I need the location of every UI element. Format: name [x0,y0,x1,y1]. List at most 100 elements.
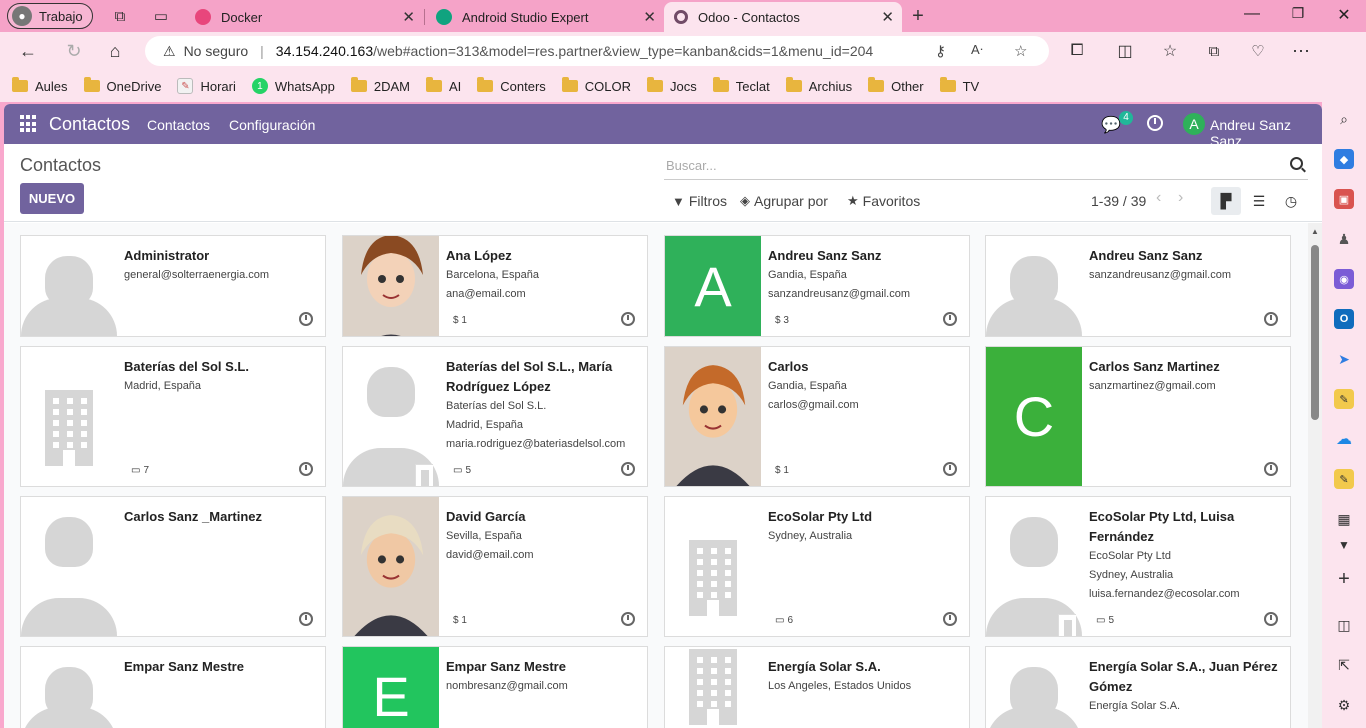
pager-previous-icon[interactable]: ‹ [1156,189,1161,207]
activity-clock-icon[interactable] [299,462,313,476]
read-aloud-icon[interactable]: Aᐧ [971,42,983,58]
contact-card[interactable]: E Empar Sanz Mestre nombresanz@gmail.com [342,646,648,728]
contact-card[interactable]: Baterías del Sol S.L., María Rodríguez L… [342,346,648,487]
scrollbar[interactable]: ▲ [1308,223,1322,728]
contact-card[interactable]: Energía Solar S.A., Juan Pérez Gómez Ener… [985,646,1291,728]
close-tab-icon[interactable]: ✕ [402,8,415,26]
activity-clock-icon[interactable] [299,612,313,626]
password-key-icon[interactable]: ⚷ [935,42,946,60]
close-tab-icon[interactable]: ✕ [881,8,894,26]
activities-clock-icon[interactable] [1147,115,1163,131]
filters-button[interactable]: ▼ Filtros [672,193,727,209]
contact-card[interactable]: EcoSolar Pty Ltd Sydney, Australia ▭ 6 [664,496,970,637]
sidebar-send-icon[interactable]: ➤ [1334,349,1354,369]
sidebar-settings-icon[interactable]: ⚙ [1334,695,1354,715]
search-icon[interactable] [1290,157,1303,170]
sidebar-add-icon[interactable]: + [1334,568,1354,590]
contact-card[interactable]: A Andreu Sanz Sanz Gandia, España sanzandre… [664,235,970,337]
scrollbar-thumb[interactable] [1311,245,1319,420]
collections-icon[interactable]: ⧉ [1203,40,1225,62]
profile-button[interactable]: ● Trabajo [7,3,93,29]
new-tab-icon[interactable]: + [908,5,928,27]
back-icon[interactable]: ← [17,40,39,62]
sidebar-notes-icon[interactable]: ✎ [1334,389,1354,409]
app-brand[interactable]: Contactos [49,114,130,135]
user-avatar[interactable]: A [1183,113,1205,135]
bookmark-item[interactable]: AI [425,77,461,94]
menu-configuracion[interactable]: Configuración [229,117,315,133]
activity-clock-icon[interactable] [621,462,635,476]
bookmark-item[interactable]: 1 WhatsApp [251,78,335,94]
contact-card[interactable]: EcoSolar Pty Ltd, Luisa Fernández EcoSola… [985,496,1291,637]
contact-card[interactable]: David García Sevilla, España david@email.c… [342,496,648,637]
settings-more-icon[interactable]: ⋯ [1290,40,1312,62]
sidebar-panel-icon[interactable]: ◫ [1334,615,1354,635]
contact-card[interactable]: C Carlos Sanz Martinez sanzmartinez@gmail.… [985,346,1291,487]
split-screen-icon[interactable]: ◫ [1114,40,1136,62]
activity-clock-icon[interactable] [1264,612,1278,626]
bookmark-item[interactable]: COLOR [561,77,631,94]
tab-android-studio[interactable]: Android Studio Expert ✕ [426,2,664,32]
list-view-icon[interactable]: ☰ [1244,187,1274,215]
sidebar-expand-icon[interactable]: ▼ [1334,535,1354,555]
activity-clock-icon[interactable] [299,312,313,326]
sidebar-drop-icon[interactable]: ✎ [1334,469,1354,489]
activity-clock-icon[interactable] [943,312,957,326]
sidebar-external-icon[interactable]: ⇱ [1334,655,1354,675]
kanban-view-icon[interactable]: ▛ [1211,187,1241,215]
bookmark-item[interactable]: TV [939,77,979,94]
pager-value[interactable]: 1-39 / 39 [1091,193,1146,209]
contact-card[interactable]: Ana López Barcelona, España ana@email.com $… [342,235,648,337]
close-window-icon[interactable]: ✕ [1333,5,1355,25]
workspaces-icon[interactable]: ⧉ [110,6,130,26]
tab-odoo-contactos[interactable]: Odoo - Contactos ✕ [664,2,902,32]
sales-count[interactable]: $ 1 [453,315,467,326]
bookmark-item[interactable]: ✎ Horari [177,78,236,94]
bookmark-item[interactable]: Conters [477,77,546,94]
apps-menu-icon[interactable] [20,115,38,133]
sidebar-onedrive-icon[interactable]: ☁ [1334,429,1354,449]
group-by-button[interactable]: ◈ Agrupar por [740,193,828,209]
bank-count[interactable]: ▭ 5 [1096,615,1114,626]
sidebar-calculator-icon[interactable]: ▦ [1334,509,1354,529]
sidebar-m365-icon[interactable]: ◉ [1334,269,1354,289]
contact-card[interactable]: Energía Solar S.A. Los Angeles, Estados U… [664,646,970,728]
bookmark-item[interactable]: Teclat [712,77,770,94]
activity-clock-icon[interactable] [943,612,957,626]
close-tab-icon[interactable]: ✕ [643,8,656,26]
activity-clock-icon[interactable] [943,462,957,476]
home-icon[interactable]: ⌂ [104,40,126,62]
contact-card[interactable]: Baterías del Sol S.L. Madrid, España ▭ 7 [20,346,326,487]
pager-next-icon[interactable]: › [1178,189,1183,207]
favorites-icon[interactable]: ☆ [1159,40,1181,62]
contact-card[interactable]: Andreu Sanz Sanz sanzandreusanz@gmail.com [985,235,1291,337]
sidebar-search-icon[interactable]: ⌕ [1334,109,1354,129]
bank-count[interactable]: ▭ 5 [453,465,471,476]
browser-essentials-icon[interactable]: ♡ [1247,40,1269,62]
sales-count[interactable]: $ 1 [453,615,467,626]
tab-docker[interactable]: Docker ✕ [185,2,423,32]
favorites-button[interactable]: ★ Favoritos [847,193,920,209]
restore-icon[interactable]: ❐ [1287,5,1309,22]
sidebar-tools-icon[interactable]: ▣ [1334,189,1354,209]
bookmark-item[interactable]: Archius [785,77,852,94]
activity-clock-icon[interactable] [621,612,635,626]
bookmark-item[interactable]: Other [868,77,924,94]
sales-count[interactable]: $ 1 [775,465,789,476]
extensions-icon[interactable]: ⧠ [1066,40,1088,62]
bank-count[interactable]: ▭ 6 [775,615,793,626]
sidebar-outlook-icon[interactable]: O [1334,309,1354,329]
refresh-icon[interactable]: ↻ [63,40,85,62]
contact-card[interactable]: Empar Sanz Mestre [20,646,326,728]
bank-count[interactable]: ▭ 7 [131,465,149,476]
activity-view-icon[interactable]: ◷ [1276,187,1306,215]
contact-card[interactable]: Carlos Sanz _Martinez [20,496,326,637]
menu-contactos[interactable]: Contactos [147,117,210,133]
search-input[interactable] [664,152,1264,178]
favorite-star-icon[interactable]: ☆ [1014,42,1027,60]
sidebar-shopping-icon[interactable]: ◆ [1334,149,1354,169]
bookmark-item[interactable]: Jocs [647,77,697,94]
chat-icon[interactable]: 💬 [1101,115,1121,135]
bookmark-item[interactable]: OneDrive [83,77,161,94]
scroll-up-icon[interactable]: ▲ [1311,227,1319,236]
